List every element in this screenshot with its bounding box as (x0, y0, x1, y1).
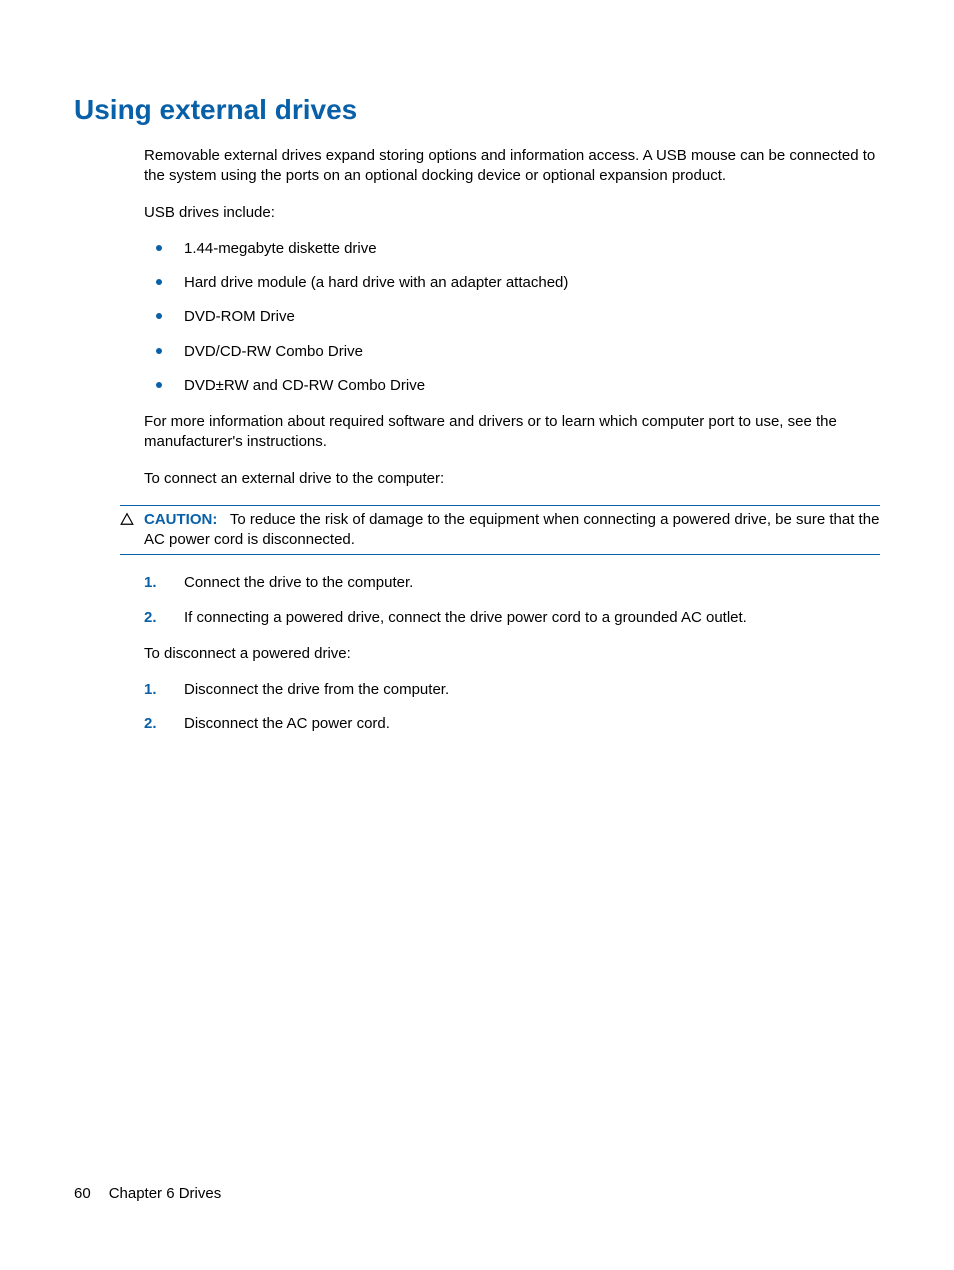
list-item: Hard drive module (a hard drive with an … (144, 273, 880, 293)
step-item: 1. Connect the drive to the computer. (144, 573, 880, 593)
page-title: Using external drives (74, 94, 880, 126)
step-item: 2. Disconnect the AC power cord. (144, 714, 880, 734)
usb-list: 1.44-megabyte diskette drive Hard drive … (144, 239, 880, 396)
caution-text: CAUTION: To reduce the risk of damage to… (144, 510, 880, 551)
caution-callout: CAUTION: To reduce the risk of damage to… (120, 505, 880, 556)
step-text: Disconnect the drive from the computer. (184, 681, 449, 698)
list-item-text: 1.44-megabyte diskette drive (184, 240, 377, 257)
body-content: Removable external drives expand storing… (74, 146, 880, 735)
intro-paragraph: Removable external drives expand storing… (144, 146, 880, 187)
page-number: 60 (74, 1185, 91, 1202)
disconnect-lead: To disconnect a powered drive: (144, 644, 880, 664)
bullet-icon (156, 279, 162, 285)
caution-body: To reduce the risk of damage to the equi… (144, 511, 879, 548)
step-text: If connecting a powered drive, connect t… (184, 609, 747, 626)
bullet-icon (156, 245, 162, 251)
bullet-icon (156, 382, 162, 388)
step-number: 2. (144, 608, 170, 628)
step-number: 2. (144, 714, 170, 734)
document-page: Using external drives Removable external… (0, 0, 954, 1270)
list-item: 1.44-megabyte diskette drive (144, 239, 880, 259)
list-item-text: DVD±RW and CD-RW Combo Drive (184, 377, 425, 394)
chapter-label: Chapter 6 Drives (109, 1185, 222, 1202)
step-number: 1. (144, 573, 170, 593)
list-item: DVD±RW and CD-RW Combo Drive (144, 376, 880, 396)
connect-lead: To connect an external drive to the comp… (144, 469, 880, 489)
list-item-text: DVD/CD-RW Combo Drive (184, 343, 363, 360)
step-text: Disconnect the AC power cord. (184, 715, 390, 732)
bullet-icon (156, 348, 162, 354)
list-item-text: Hard drive module (a hard drive with an … (184, 274, 568, 291)
step-item: 1. Disconnect the drive from the computer… (144, 680, 880, 700)
more-info-paragraph: For more information about required soft… (144, 412, 880, 453)
step-item: 2. If connecting a powered drive, connect… (144, 608, 880, 628)
disconnect-steps: 1. Disconnect the drive from the computer… (144, 680, 880, 735)
connect-steps: 1. Connect the drive to the computer. 2. I… (144, 573, 880, 628)
step-number: 1. (144, 680, 170, 700)
warning-triangle-icon (120, 512, 134, 532)
list-item-text: DVD-ROM Drive (184, 308, 295, 325)
step-text: Connect the drive to the computer. (184, 574, 413, 591)
bullet-icon (156, 313, 162, 319)
caution-label: CAUTION: (144, 511, 217, 528)
list-item: DVD-ROM Drive (144, 307, 880, 327)
usb-lead: USB drives include: (144, 203, 880, 223)
list-item: DVD/CD-RW Combo Drive (144, 342, 880, 362)
page-footer: 60 Chapter 6 Drives (74, 1185, 221, 1202)
